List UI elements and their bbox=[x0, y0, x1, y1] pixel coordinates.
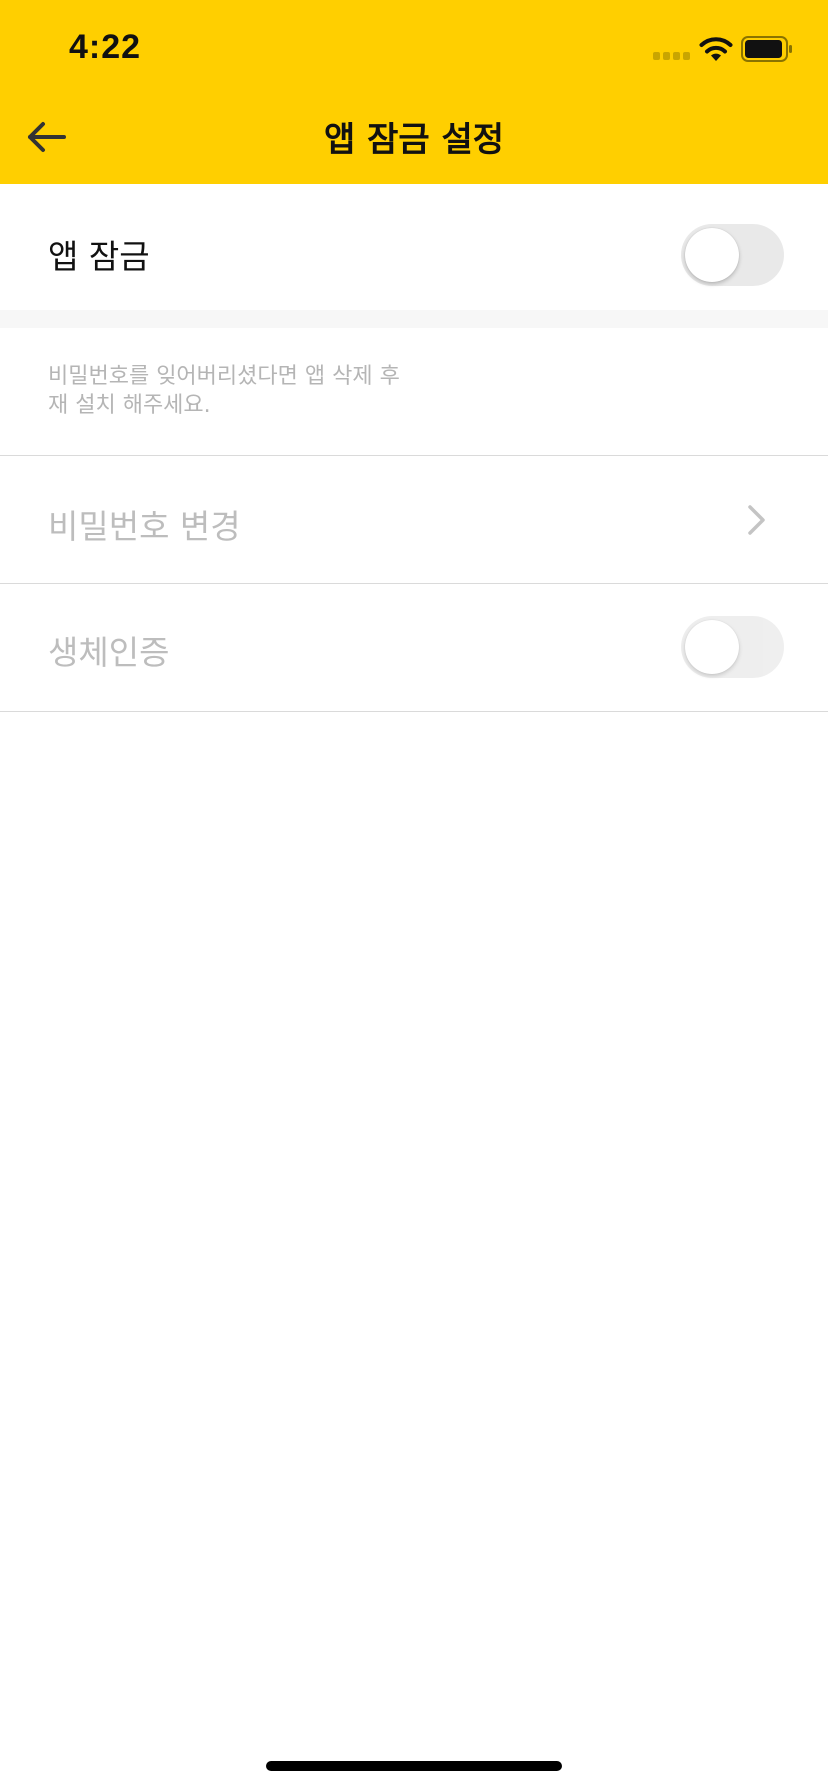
battery-icon bbox=[741, 36, 792, 62]
toggle-knob bbox=[685, 620, 739, 674]
app-lock-label: 앱 잠금 bbox=[48, 237, 150, 276]
back-button[interactable] bbox=[22, 112, 74, 164]
app-lock-settings-screen: 4:22 앱 잠금 설정 앱 잠금 비밀번호를 잊어버리셨다면 앱 삭제 후 재… bbox=[0, 0, 828, 1792]
section-separator bbox=[0, 310, 828, 328]
app-lock-row: 앱 잠금 bbox=[0, 184, 828, 310]
cellular-signal-icon bbox=[653, 52, 691, 62]
status-time: 4:22 bbox=[69, 28, 142, 66]
wifi-icon bbox=[699, 37, 733, 61]
header: 4:22 앱 잠금 설정 bbox=[0, 0, 828, 184]
app-lock-toggle[interactable] bbox=[681, 224, 784, 286]
change-password-row[interactable]: 비밀번호 변경 bbox=[0, 456, 828, 582]
biometric-label: 생체인증 bbox=[48, 633, 170, 672]
password-notice: 비밀번호를 잊어버리셨다면 앱 삭제 후 재 설치 해주세요. bbox=[48, 362, 468, 420]
change-password-label: 비밀번호 변경 bbox=[48, 507, 241, 546]
biometric-toggle[interactable] bbox=[681, 616, 784, 678]
notice-line: 재 설치 해주세요. bbox=[48, 393, 211, 418]
arrow-left-icon bbox=[28, 122, 66, 152]
chevron-right-icon bbox=[748, 505, 765, 535]
toggle-knob bbox=[685, 228, 739, 282]
divider bbox=[0, 711, 828, 712]
biometric-row: 생체인증 bbox=[0, 584, 828, 710]
home-indicator[interactable] bbox=[266, 1761, 562, 1771]
notice-line: 비밀번호를 잊어버리셨다면 앱 삭제 후 bbox=[48, 364, 400, 389]
page-title: 앱 잠금 설정 bbox=[323, 120, 505, 160]
